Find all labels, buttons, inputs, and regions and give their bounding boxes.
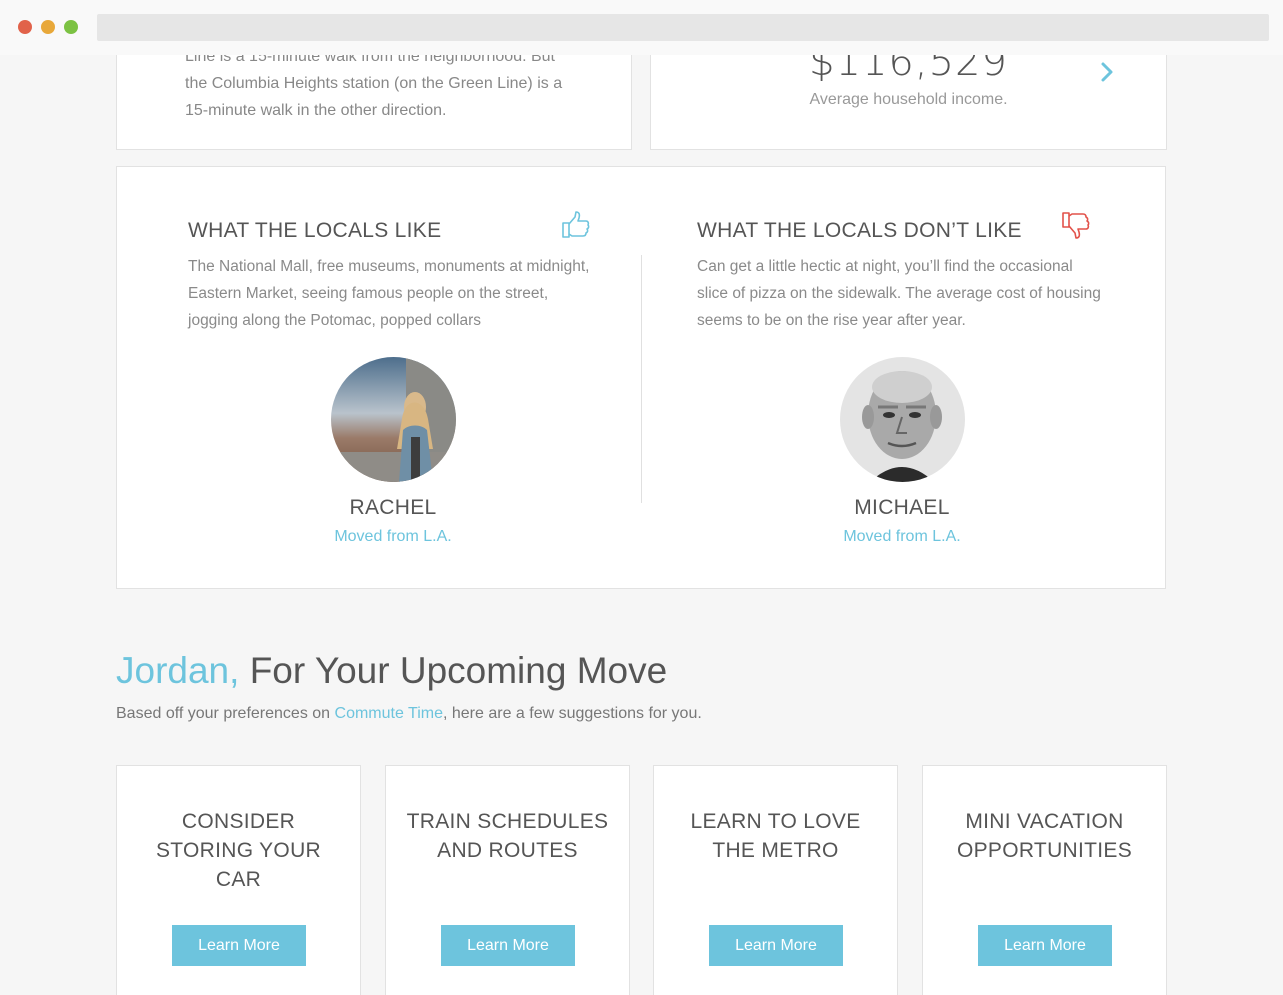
locals-like-text: The National Mall, free museums, monumen… — [188, 258, 590, 329]
browser-chrome — [0, 0, 1283, 55]
suggestion-card: LEARN TO LOVE THE METRO Learn More — [653, 765, 898, 995]
person-rachel: RACHEL Moved from L.A. — [263, 357, 523, 546]
suggestions-heading: Jordan, For Your Upcoming Move — [116, 650, 667, 692]
locals-card: WHAT THE LOCALS LIKE The National Mall, … — [116, 166, 1166, 589]
income-label: Average household income. — [809, 91, 1008, 108]
locals-like-column: WHAT THE LOCALS LIKE The National Mall, … — [188, 217, 598, 334]
learn-more-button[interactable]: Learn More — [978, 925, 1112, 966]
suggestion-title: LEARN TO LOVE THE METRO — [690, 810, 861, 862]
preference-link[interactable]: Commute Time — [335, 705, 443, 722]
close-window-button[interactable] — [18, 20, 32, 34]
user-name: Jordan, — [116, 650, 240, 691]
learn-more-button[interactable]: Learn More — [172, 925, 306, 966]
chevron-right-icon[interactable] — [1096, 61, 1118, 83]
locals-dislike-column: WHAT THE LOCALS DON’T LIKE Can get a lit… — [697, 217, 1107, 334]
avatar — [330, 357, 456, 482]
person-name: MICHAEL — [854, 496, 950, 519]
zoom-window-button[interactable] — [64, 20, 78, 34]
locals-dislike-text: Can get a little hectic at night, you’ll… — [697, 258, 1101, 329]
learn-more-button[interactable]: Learn More — [709, 925, 843, 966]
heading-title: For Your Upcoming Move — [239, 650, 668, 691]
person-origin: Moved from L.A. — [843, 528, 961, 545]
person-origin: Moved from L.A. — [334, 528, 452, 545]
subtitle-suffix: , here are a few suggestions for you. — [442, 705, 702, 722]
suggestion-card: CONSIDER STORING YOUR CAR Learn More — [116, 765, 361, 995]
thumbs-down-icon — [1062, 212, 1090, 239]
divider — [641, 255, 642, 503]
suggestion-title: TRAIN SCHEDULES AND ROUTES — [406, 810, 609, 862]
suggestion-title: MINI VACATION OPPORTUNITIES — [956, 810, 1133, 862]
locals-dislike-title: WHAT THE LOCALS DON’T LIKE — [697, 219, 1022, 242]
avatar — [839, 357, 965, 482]
address-bar[interactable] — [97, 14, 1269, 41]
suggestion-card: TRAIN SCHEDULES AND ROUTES Learn More — [385, 765, 630, 995]
minimize-window-button[interactable] — [41, 20, 55, 34]
learn-more-button[interactable]: Learn More — [441, 925, 575, 966]
person-name: RACHEL — [349, 496, 437, 519]
person-michael: MICHAEL Moved from L.A. — [772, 357, 1032, 546]
subtitle-prefix: Based off your preferences on — [116, 705, 335, 722]
suggestion-title: CONSIDER STORING YOUR CAR — [155, 810, 322, 891]
thumbs-up-icon — [562, 211, 590, 238]
locals-like-title: WHAT THE LOCALS LIKE — [188, 219, 442, 242]
suggestion-card: MINI VACATION OPPORTUNITIES Learn More — [922, 765, 1167, 995]
transit-text: Line is a 15-minute walk from the neighb… — [185, 48, 563, 119]
page: Line is a 15-minute walk from the neighb… — [0, 0, 1283, 995]
suggestions-subtitle: Based off your preferences on Commute Ti… — [116, 705, 702, 723]
